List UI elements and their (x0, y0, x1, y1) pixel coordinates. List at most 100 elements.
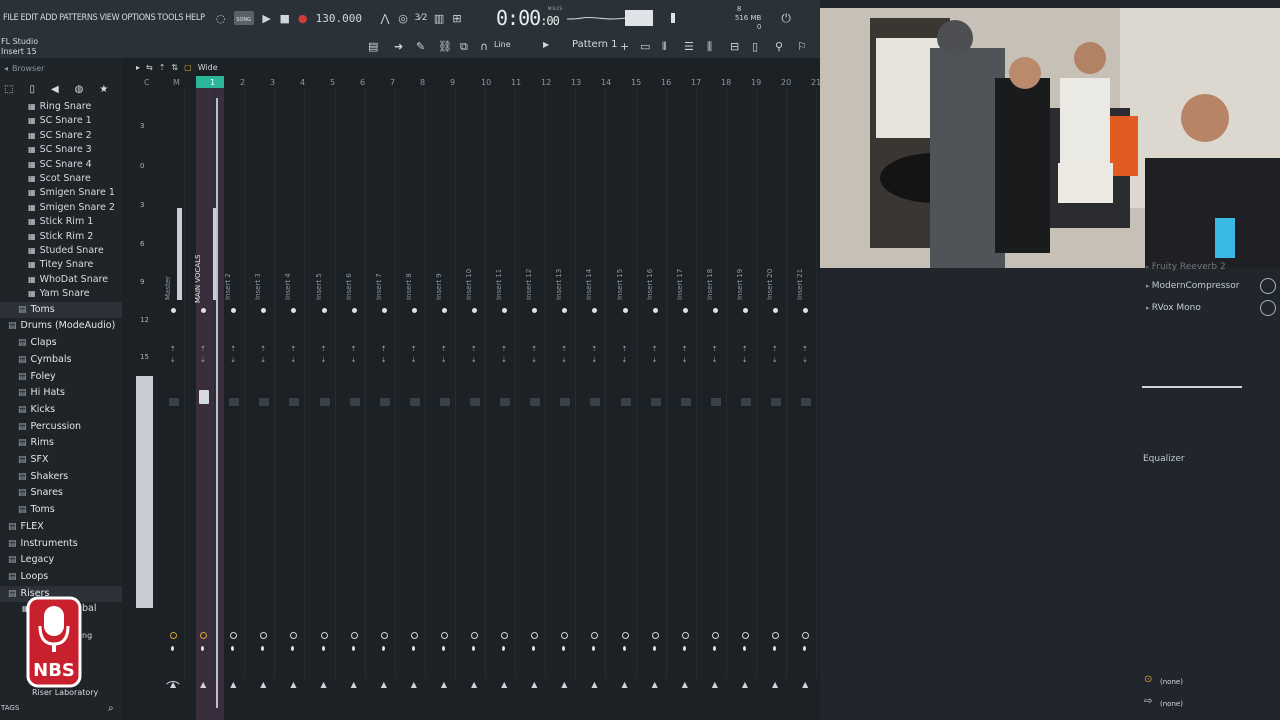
route-arrow-icon[interactable]: ▲ (622, 680, 628, 689)
browser-file[interactable]: Smigen Snare 2 (0, 201, 122, 215)
route-arrow-icon[interactable]: ▲ (260, 680, 266, 689)
pan-down-icon[interactable]: ⇣ (321, 356, 327, 364)
insert-name[interactable]: Insert 20 (766, 269, 776, 300)
route-arrow-icon[interactable]: ▲ (742, 680, 748, 689)
insert-name[interactable]: Insert 6 (345, 270, 355, 300)
help-icon[interactable]: ⚐ (797, 40, 807, 53)
browser-folder[interactable]: Hi Hats (0, 385, 122, 402)
pan-up-icon[interactable]: ⇡ (441, 345, 447, 353)
pan-down-icon[interactable]: ⇣ (742, 356, 748, 364)
power-icon[interactable]: ⏻ (781, 11, 791, 26)
route-arrow-icon[interactable]: ▲ (290, 680, 296, 689)
browser-folder[interactable]: Rims (0, 435, 122, 452)
browser-folder[interactable]: Percussion (0, 419, 122, 436)
insert-route-knob[interactable] (651, 632, 659, 639)
insert-volume-knob[interactable] (472, 308, 477, 313)
pan-up-icon[interactable]: ⇡ (501, 345, 507, 353)
insert-route-knob[interactable] (170, 632, 177, 639)
browser-folder[interactable]: Kicks (0, 402, 122, 419)
insert-send-knob[interactable] (502, 646, 506, 651)
pan-up-icon[interactable]: ⇡ (652, 345, 658, 353)
insert-fader[interactable] (409, 398, 420, 406)
pan-up-icon[interactable]: ⇡ (351, 345, 357, 353)
insert-fader[interactable] (590, 398, 601, 406)
file-icon[interactable]: ▯ (29, 84, 35, 95)
stamp-icon[interactable]: ⧉ (460, 40, 468, 54)
collapse-icon[interactable]: ⬚ (4, 84, 13, 95)
browser-file[interactable]: Smigen Snare 1 (0, 186, 122, 200)
insert-name[interactable]: Insert 9 (435, 270, 445, 300)
pan-up-icon[interactable]: ⇡ (682, 345, 688, 353)
pan-up-icon[interactable]: ⇡ (742, 345, 748, 353)
insert-send-knob[interactable] (562, 646, 566, 651)
insert-route-knob[interactable] (471, 632, 478, 639)
browser-folder[interactable]: Shakers (0, 469, 122, 486)
insert-volume-knob[interactable] (773, 308, 778, 313)
insert-name[interactable]: Insert 18 (706, 269, 716, 300)
up-arrow-icon[interactable]: ⇡ (159, 63, 166, 72)
play-icon[interactable]: ▶ (258, 9, 276, 27)
arrows-icon[interactable]: ⇆ (146, 63, 153, 72)
insert-send-knob[interactable] (773, 646, 776, 651)
insert-route-knob[interactable] (531, 632, 539, 639)
wait-record-icon[interactable]: ◎ (394, 9, 412, 27)
insert-volume-knob[interactable] (562, 308, 568, 313)
pan-up-icon[interactable]: ⇡ (622, 345, 628, 353)
pan-down-icon[interactable]: ⇣ (652, 356, 658, 364)
insert-fader[interactable] (319, 398, 330, 406)
song-mode-toggle[interactable]: SONG (233, 11, 254, 25)
pan-up-icon[interactable]: ⇡ (200, 345, 206, 353)
insert-send-knob[interactable] (381, 646, 385, 651)
pan-up-icon[interactable]: ⇡ (591, 345, 597, 353)
insert-name[interactable]: Insert 21 (796, 269, 806, 300)
link-icon[interactable]: ⛓ (438, 40, 452, 53)
menu-file[interactable]: FILE (2, 13, 19, 23)
pan-up-icon[interactable]: ⇡ (802, 345, 808, 353)
insert-fader[interactable] (771, 398, 781, 406)
pan-up-icon[interactable]: ⇡ (471, 345, 477, 353)
tempo-display[interactable]: 130.000 (316, 12, 362, 25)
browser-file[interactable]: WhoDat Snare (0, 273, 122, 287)
insert-route-knob[interactable] (440, 632, 448, 639)
browser-folder[interactable]: Instruments (0, 536, 122, 553)
route-arrow-icon[interactable]: ▲ (591, 680, 597, 689)
insert-fader[interactable] (560, 398, 571, 406)
browser-folder[interactable]: Toms (0, 502, 122, 519)
insert-volume-knob[interactable] (742, 308, 748, 313)
insert-name[interactable]: Insert 19 (736, 269, 746, 300)
route-arrow-icon[interactable]: ▲ (561, 680, 567, 689)
insert-route-knob[interactable] (681, 632, 689, 639)
star-icon[interactable]: ★ (99, 84, 108, 95)
browser-folder[interactable]: Legacy (0, 552, 122, 569)
pan-up-icon[interactable]: ⇡ (772, 345, 778, 353)
pencil-icon[interactable]: ✎ (416, 40, 425, 53)
browser-folder[interactable]: SFX (0, 452, 122, 469)
insert-fader[interactable] (289, 398, 300, 406)
insert-name[interactable]: Insert 16 (646, 269, 656, 300)
browser-file[interactable]: SC Snare 2 (0, 129, 122, 143)
route-arrow-icon[interactable]: ▲ (682, 680, 688, 689)
pan-down-icon[interactable]: ⇣ (260, 356, 266, 364)
insert-send-knob[interactable] (411, 646, 415, 651)
pan-down-icon[interactable]: ⇣ (290, 356, 296, 364)
route-arrow-icon[interactable]: ▲ (441, 680, 447, 689)
insert-fader[interactable] (259, 398, 270, 406)
insert-send-knob[interactable] (472, 646, 475, 651)
insert-send-knob[interactable] (592, 646, 596, 651)
insert-send-knob[interactable] (652, 646, 656, 651)
back-icon[interactable]: ◀ (51, 84, 59, 95)
pattern-selector[interactable]: Pattern 1 (572, 39, 618, 50)
pan-up-icon[interactable]: ⇡ (531, 345, 537, 353)
insert-route-knob[interactable] (230, 632, 238, 639)
insert-fader[interactable] (620, 398, 631, 406)
insert-volume-knob[interactable] (231, 308, 237, 313)
pan-down-icon[interactable]: ⇣ (591, 356, 597, 364)
browser-folder[interactable]: Foley (0, 369, 122, 386)
insert-fader[interactable] (349, 398, 360, 406)
insert-volume-knob[interactable] (351, 308, 357, 313)
insert-route-knob[interactable] (501, 632, 509, 639)
menu-tools[interactable]: TOOLS (156, 13, 184, 23)
send-arc-icon[interactable]: ⌒ (166, 678, 180, 698)
browser-file[interactable]: SC Snare 1 (0, 114, 122, 128)
pan-up-icon[interactable]: ⇡ (170, 345, 176, 353)
